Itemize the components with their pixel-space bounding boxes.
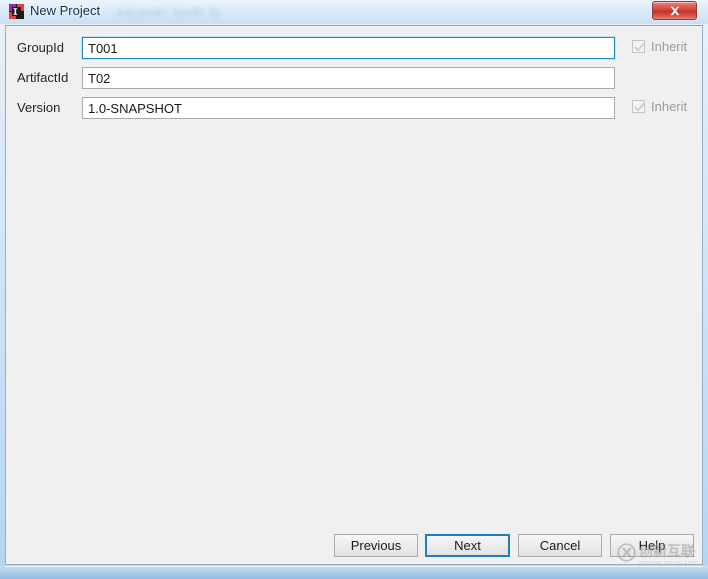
watermark-pinyin-text: CHUANG XIN HU LIAN [639, 559, 698, 565]
dialog-client-area: GroupId Inherit ArtifactId Version [5, 25, 703, 565]
glass-background-bleed-text: skjaskl fjsdl fj [118, 5, 221, 19]
dialog-button-bar: Previous Next Cancel Help [6, 530, 704, 564]
window-bottom-frame [0, 566, 708, 579]
circle-x-logo-icon [617, 543, 636, 567]
cancel-button[interactable]: Cancel [518, 534, 602, 557]
checkmark-icon [634, 102, 645, 112]
next-button[interactable]: Next [425, 534, 510, 557]
groupid-input[interactable] [82, 37, 615, 59]
artifactid-input[interactable] [82, 67, 615, 89]
groupid-inherit-checkbox[interactable] [632, 40, 645, 53]
window-frame: skjaskl fjsdl fj New Project GroupId T00… [0, 0, 708, 579]
groupid-inherit-label: Inherit [651, 39, 688, 54]
artifactid-label: ArtifactId [17, 70, 69, 85]
watermark-cn-text: 创新互联 [639, 543, 695, 560]
intellij-idea-icon [9, 4, 24, 19]
title-bar: skjaskl fjsdl fj New Project [0, 0, 708, 24]
close-icon [670, 6, 679, 15]
watermark: 创新互联 CHUANG XIN HU LIAN [617, 539, 705, 571]
version-inherit-group[interactable]: Inherit [632, 99, 687, 114]
form-row-version: Version Inherit [6, 97, 704, 119]
version-label: Version [17, 100, 61, 115]
form-row-groupid: GroupId Inherit [6, 37, 704, 59]
version-inherit-label: Inherit [651, 99, 688, 114]
close-button[interactable] [652, 1, 697, 20]
groupid-inherit-group[interactable]: Inherit [632, 39, 687, 54]
checkmark-icon [634, 42, 645, 52]
version-input[interactable] [82, 97, 615, 119]
window-title: New Project [30, 3, 101, 18]
version-inherit-checkbox[interactable] [632, 100, 645, 113]
form-row-artifactid: ArtifactId [6, 67, 704, 89]
groupid-label: GroupId [17, 40, 64, 55]
previous-button[interactable]: Previous [334, 534, 418, 557]
